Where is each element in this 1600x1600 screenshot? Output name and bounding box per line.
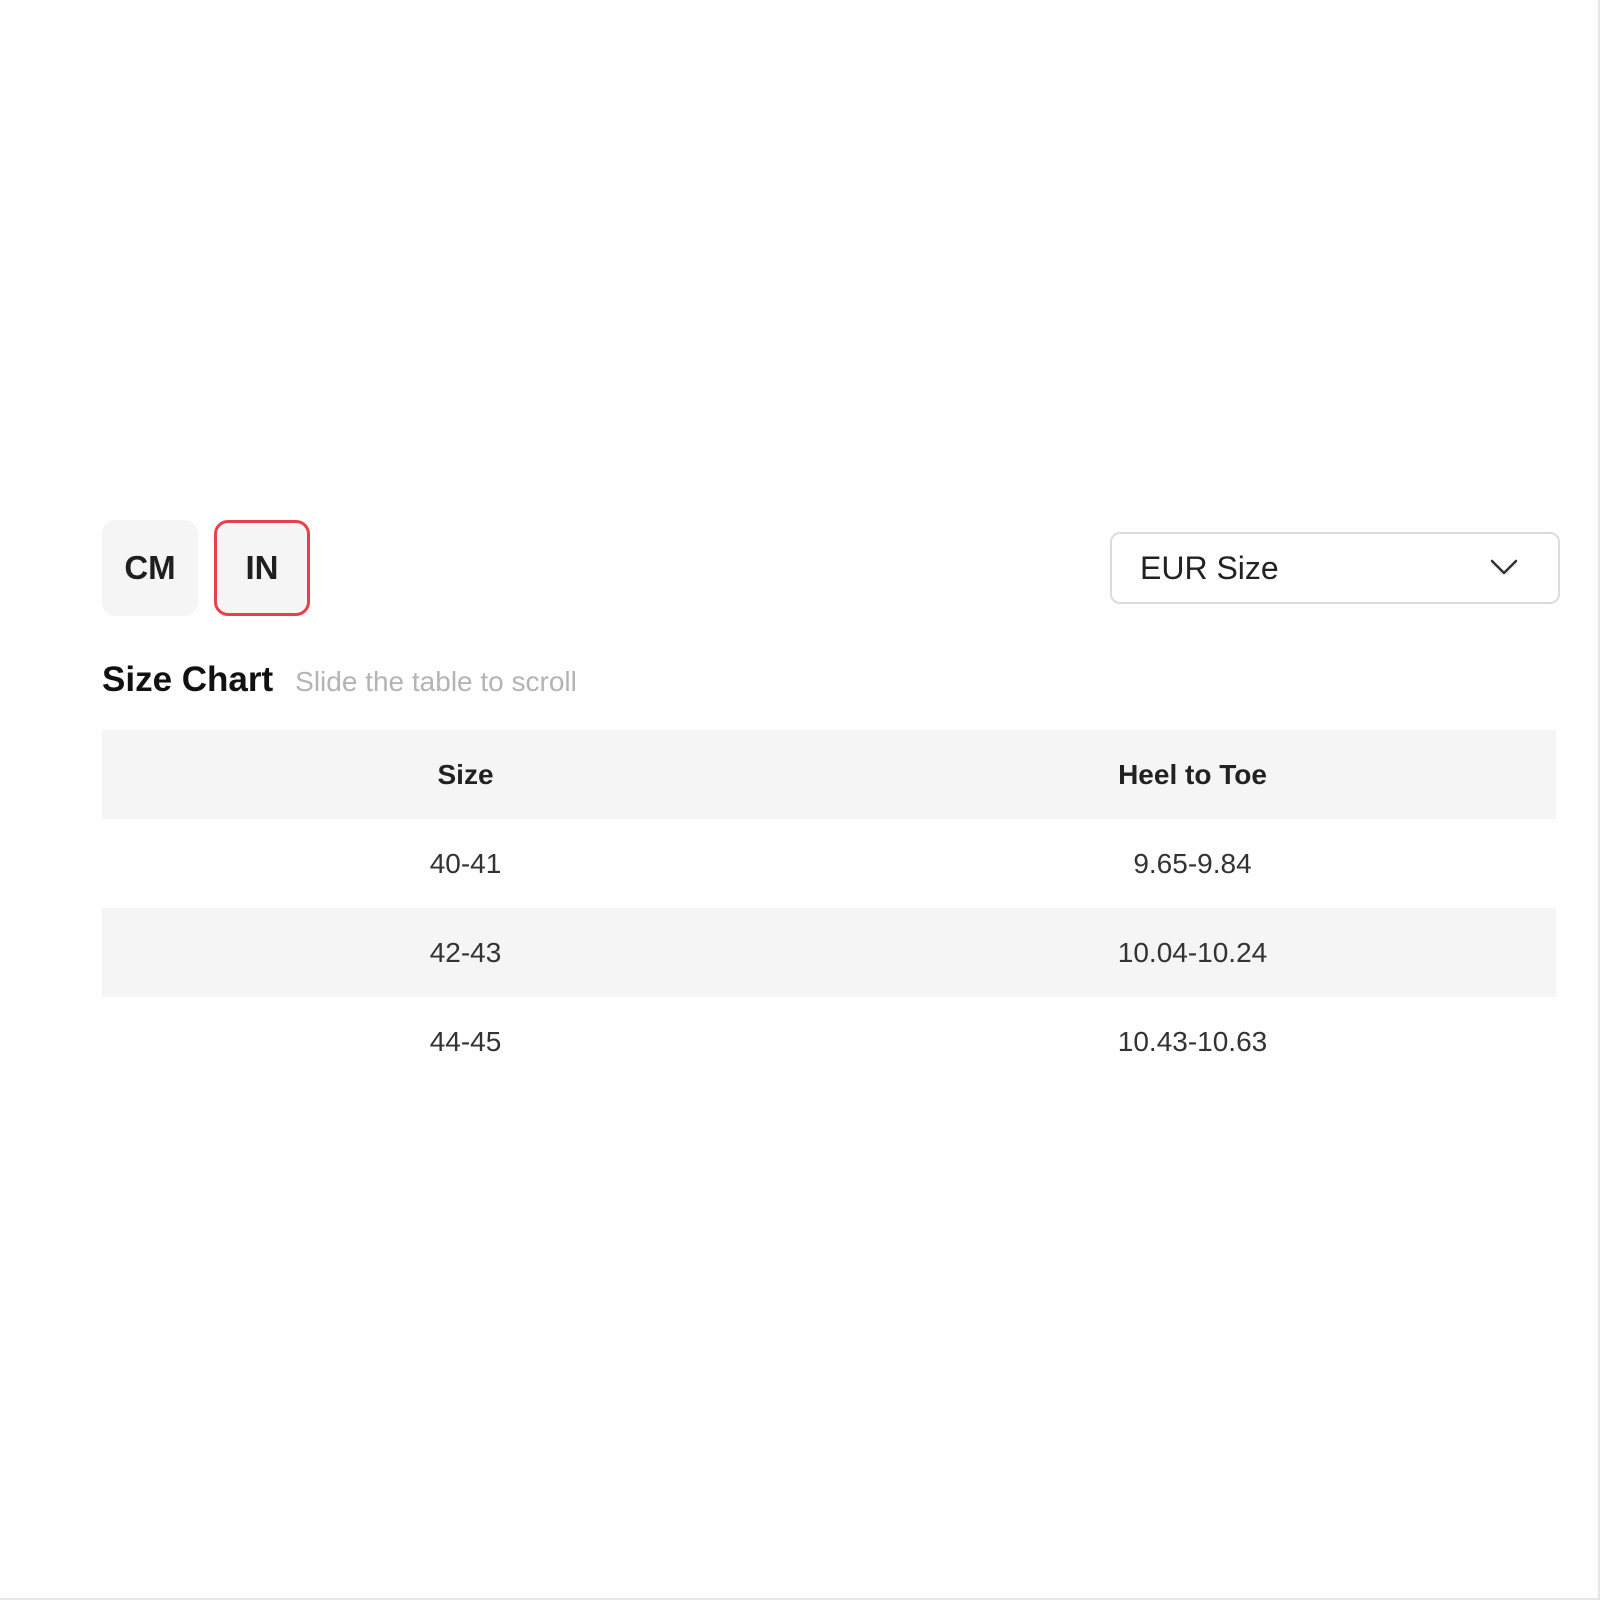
page-title: Size Chart	[102, 660, 274, 699]
size-system-select-value: EUR Size	[1140, 549, 1279, 586]
unit-button-in[interactable]: IN	[214, 520, 310, 616]
table-cell-heel-to-toe: 10.43-10.63	[1117, 1025, 1268, 1057]
size-table[interactable]: Size Heel to Toe 40-41 9.65-9.84 42-43 1…	[102, 730, 1556, 1086]
table-cell-size: 42-43	[102, 908, 829, 997]
column-header-size: Size	[102, 730, 829, 819]
table-header-row: Size Heel to Toe	[102, 730, 1556, 819]
table-cell-size: 40-41	[429, 847, 502, 879]
column-header-heel-to-toe: Heel to Toe	[829, 730, 1556, 819]
table-row: 40-41 9.65-9.84	[102, 819, 1556, 908]
size-system-select[interactable]: EUR Size	[1110, 532, 1560, 604]
size-chart-page: CM IN EUR Size Size Chart Slide the tabl…	[0, 0, 1600, 1600]
scroll-hint: Slide the table to scroll	[295, 666, 577, 697]
table-cell-heel-to-toe: 10.04-10.24	[829, 908, 1556, 997]
chevron-down-icon	[1490, 559, 1518, 575]
unit-button-cm[interactable]: CM	[102, 520, 198, 616]
table-row: 42-43 10.04-10.24	[102, 908, 1556, 997]
size-chart-heading: Size Chart Slide the table to scroll	[102, 660, 577, 700]
unit-toggle: CM IN	[102, 520, 310, 616]
table-row: 44-45 10.43-10.63	[102, 997, 1556, 1086]
table-cell-size: 44-45	[429, 1025, 502, 1057]
table-cell-heel-to-toe: 9.65-9.84	[1133, 847, 1252, 879]
